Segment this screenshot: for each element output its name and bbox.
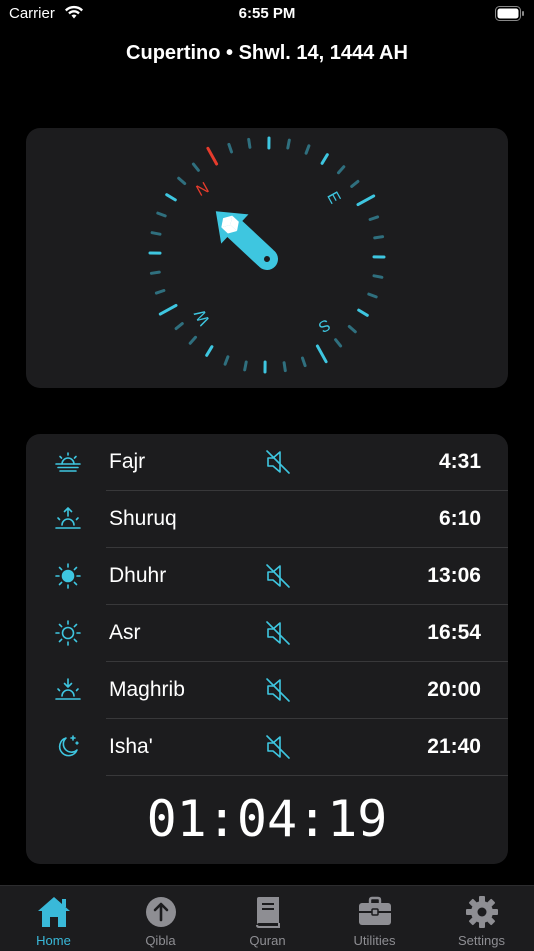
compass-tick <box>322 155 327 164</box>
tab-bar: Home Qibla Quran Utilities <box>0 885 534 951</box>
compass-tick <box>288 140 290 148</box>
tab-label: Qibla <box>107 933 214 948</box>
compass-east-label: E <box>323 189 343 207</box>
speaker-muted-icon[interactable] <box>264 562 292 590</box>
prayer-time: 20:00 <box>427 678 481 702</box>
prayer-time: 16:54 <box>427 621 481 645</box>
compass-tick <box>303 358 306 366</box>
prayer-name: Asr <box>109 621 141 645</box>
compass-tick <box>249 139 250 147</box>
tab-qibla[interactable]: Qibla <box>107 886 214 951</box>
house-icon <box>36 895 72 929</box>
fajr-sunrise-lines-icon <box>54 448 82 476</box>
tab-label: Quran <box>214 933 321 948</box>
compass-tick <box>207 347 212 356</box>
compass-tick <box>160 305 176 314</box>
prayer-row-maghrib[interactable]: Maghrib 20:00 <box>26 662 508 719</box>
sun-filled-icon <box>54 562 82 590</box>
compass-tick <box>375 237 383 238</box>
speaker-muted-icon[interactable] <box>264 676 292 704</box>
compass-north-label: N <box>194 180 212 200</box>
compass-tick <box>306 146 309 153</box>
speaker-muted-icon[interactable] <box>264 448 292 476</box>
prayer-row-shuruq[interactable]: Shuruq 6:10 <box>26 491 508 548</box>
sunset-arrow-down-icon <box>54 676 82 704</box>
compass-tick <box>152 233 160 235</box>
compass-tick <box>176 324 182 329</box>
prayer-name: Dhuhr <box>109 564 166 588</box>
prayer-name: Fajr <box>109 450 145 474</box>
compass-tick <box>179 178 185 183</box>
prayer-row-fajr[interactable]: Fajr 4:31 <box>26 434 508 491</box>
arrow-up-circle-icon <box>143 895 179 929</box>
tab-label: Utilities <box>321 933 428 948</box>
prayer-row-asr[interactable]: Asr 16:54 <box>26 605 508 662</box>
compass-tick <box>190 337 195 343</box>
compass-west-label: W <box>191 306 214 328</box>
briefcase-icon <box>357 895 393 929</box>
sun-outline-icon <box>54 619 82 647</box>
compass-south-label: S <box>315 315 333 335</box>
location-date-title: Cupertino • Shwl. 14, 1444 AH <box>0 42 534 65</box>
compass-tick <box>245 362 247 370</box>
qibla-needle <box>202 197 289 281</box>
tab-home[interactable]: Home <box>0 886 107 951</box>
compass-tick <box>158 213 165 216</box>
compass-tick <box>317 346 326 362</box>
tab-utilities[interactable]: Utilities <box>321 886 428 951</box>
compass-tick <box>193 164 198 170</box>
status-bar: Carrier 6:55 PM <box>0 0 534 30</box>
compass-tick <box>349 327 355 332</box>
battery-icon <box>495 6 525 21</box>
speaker-muted-icon[interactable] <box>264 733 292 761</box>
compass-tick <box>369 294 376 297</box>
compass-tick <box>336 340 341 346</box>
prayer-times-card: Fajr 4:31 Shuruq 6:10 Dhuhr 13:06 <box>26 434 508 864</box>
prayer-time: 6:10 <box>439 507 481 531</box>
prayer-name: Shuruq <box>109 507 177 531</box>
compass-card: N E S W <box>26 128 508 388</box>
moon-stars-icon <box>54 733 82 761</box>
prayer-name: Isha' <box>109 735 153 759</box>
gear-icon <box>464 895 500 929</box>
compass-tick <box>370 217 378 220</box>
compass-tick <box>167 195 176 200</box>
tab-settings[interactable]: Settings <box>428 886 534 951</box>
status-time: 6:55 PM <box>0 5 534 22</box>
prayer-name: Maghrib <box>109 678 185 702</box>
countdown-timer: 01:04:19 <box>26 790 508 848</box>
prayer-row-isha[interactable]: Isha' 21:40 <box>26 719 508 776</box>
compass-tick <box>151 272 159 273</box>
compass-tick <box>229 144 232 152</box>
divider <box>106 775 508 776</box>
compass-tick <box>208 148 217 164</box>
speaker-muted-icon[interactable] <box>264 619 292 647</box>
compass-tick <box>374 276 382 278</box>
compass-tick <box>284 363 285 371</box>
prayer-time: 21:40 <box>427 735 481 759</box>
compass-tick <box>339 167 344 173</box>
compass-tick <box>156 291 164 294</box>
tab-quran[interactable]: Quran <box>214 886 321 951</box>
compass-tick <box>359 310 368 315</box>
prayer-time: 13:06 <box>427 564 481 588</box>
book-icon <box>250 895 286 929</box>
tab-label: Home <box>0 933 107 948</box>
prayer-time: 4:31 <box>439 450 481 474</box>
compass: N E S W <box>26 128 508 388</box>
compass-tick <box>358 196 374 205</box>
prayer-row-dhuhr[interactable]: Dhuhr 13:06 <box>26 548 508 605</box>
compass-tick <box>352 181 358 186</box>
tab-label: Settings <box>428 933 534 948</box>
sunrise-arrow-up-icon <box>54 505 82 533</box>
compass-tick <box>225 357 228 364</box>
